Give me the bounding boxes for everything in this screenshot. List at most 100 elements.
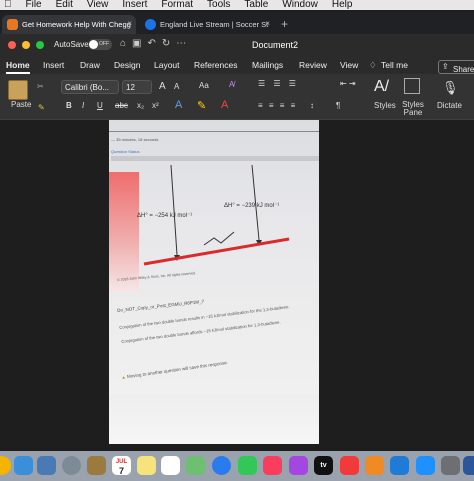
- tab-review[interactable]: Review: [299, 60, 327, 70]
- close-tab-icon[interactable]: ×: [127, 19, 132, 28]
- menu-edit[interactable]: Edit: [56, 0, 73, 10]
- photo-energy-diagram: [143, 164, 290, 266]
- photo-divider: [109, 131, 319, 132]
- menu-table[interactable]: Table: [244, 0, 268, 10]
- autosave-toggle[interactable]: OFF: [88, 39, 112, 50]
- menu-window[interactable]: Window: [282, 0, 318, 10]
- cut-icon[interactable]: ✂: [37, 82, 44, 91]
- highlight-icon[interactable]: ✎: [197, 99, 206, 112]
- notes-book-icon[interactable]: [87, 456, 106, 475]
- tab-chegg[interactable]: Get Homework Help With Chegg ×: [2, 15, 136, 34]
- new-tab-button[interactable]: +: [281, 17, 288, 31]
- more-icon[interactable]: ⋯: [176, 38, 192, 49]
- align-buttons[interactable]: ≡ ≡ ≡ ≡: [258, 101, 297, 110]
- warning-icon: ▲: [121, 374, 127, 380]
- appletv-icon[interactable]: tv: [314, 456, 333, 475]
- news-icon[interactable]: [340, 456, 359, 475]
- tab-soccer[interactable]: England Live Stream | Soccer St ×: [140, 15, 274, 34]
- launchpad-icon[interactable]: [62, 456, 81, 475]
- share-button[interactable]: ⇪ Share: [438, 60, 474, 74]
- books-icon[interactable]: [365, 456, 384, 475]
- menu-help[interactable]: Help: [332, 0, 353, 10]
- underline-button[interactable]: U: [97, 101, 103, 110]
- clipboard-icon[interactable]: [8, 80, 28, 100]
- share-icon: ⇪: [442, 62, 449, 71]
- menu-file[interactable]: File: [26, 0, 42, 10]
- word-icon[interactable]: [463, 456, 474, 475]
- reminders-icon[interactable]: [161, 456, 180, 475]
- photo-timer: — 35 minutes, 18 seconds: [111, 137, 159, 142]
- tab-draw[interactable]: Draw: [80, 60, 100, 70]
- apple-icon[interactable]: : [4, 0, 12, 10]
- styles-gallery-icon[interactable]: A/: [374, 78, 389, 96]
- menu-insert[interactable]: Insert: [122, 0, 147, 10]
- paste-label: Paste: [11, 100, 32, 109]
- word-title-bar: AutoSave OFF ⌂▣↶↻⋯ Document2: [0, 34, 474, 56]
- maps-icon[interactable]: [186, 456, 205, 475]
- lightbulb-icon: ♢: [369, 60, 377, 70]
- menu-view[interactable]: View: [87, 0, 109, 10]
- font-size-select[interactable]: 12: [122, 80, 152, 94]
- system-preferences-icon[interactable]: [441, 456, 460, 475]
- music-icon[interactable]: [263, 456, 282, 475]
- calendar-icon[interactable]: JUL 7: [112, 456, 131, 476]
- close-tab-icon[interactable]: ×: [265, 19, 270, 28]
- menu-bar:  File Edit View Insert Format Tools Tab…: [0, 0, 474, 10]
- microphone-icon[interactable]: 🎙: [442, 80, 459, 96]
- font-name-select[interactable]: Calibri (Bo...: [61, 80, 119, 94]
- photo-dnc-code: Do_NOT_Copy_or_Post_EGMU_R6P1M_7: [117, 298, 205, 313]
- tab-mailings[interactable]: Mailings: [252, 60, 283, 70]
- chrome-icon[interactable]: [0, 456, 11, 475]
- change-case-button[interactable]: Aa: [199, 81, 209, 90]
- save-icon[interactable]: ▣: [132, 38, 147, 49]
- italic-button[interactable]: I: [82, 101, 84, 110]
- superscript-button[interactable]: x²: [152, 101, 159, 110]
- shrink-font-button[interactable]: A: [174, 82, 179, 91]
- tab-home[interactable]: Home: [6, 60, 30, 74]
- tab-insert[interactable]: Insert: [43, 60, 64, 70]
- calendar-day: 7: [118, 466, 124, 476]
- appletv-label: tv: [320, 462, 327, 469]
- strikethrough-button[interactable]: abc: [115, 101, 128, 110]
- minimize-window-icon[interactable]: [22, 41, 30, 49]
- photo-question-status: Question Status: [111, 149, 140, 154]
- font-color-icon[interactable]: A: [221, 99, 228, 111]
- podcasts-icon[interactable]: [289, 456, 308, 475]
- bold-button[interactable]: B: [66, 101, 72, 110]
- document-title: Document2: [252, 40, 299, 50]
- tell-me-search[interactable]: Tell me: [381, 60, 408, 70]
- menu-tools[interactable]: Tools: [207, 0, 230, 10]
- preview-icon[interactable]: [37, 456, 56, 475]
- pilcrow-button[interactable]: ¶: [336, 101, 340, 110]
- format-painter-icon[interactable]: ✎: [38, 103, 45, 112]
- menu-format[interactable]: Format: [161, 0, 193, 10]
- facetime-icon[interactable]: [238, 456, 257, 475]
- finder-icon[interactable]: [14, 456, 33, 475]
- system-updates-icon[interactable]: [416, 456, 435, 475]
- tab-references[interactable]: References: [194, 60, 237, 70]
- list-buttons[interactable]: ☰ ☰ ☰: [258, 79, 299, 88]
- undo-icon[interactable]: ↶: [148, 38, 162, 49]
- tab-view[interactable]: View: [340, 60, 358, 70]
- close-window-icon[interactable]: [8, 41, 16, 49]
- text-effects-icon[interactable]: A: [175, 99, 182, 111]
- tab-design[interactable]: Design: [114, 60, 140, 70]
- autosave-label: AutoSave: [54, 40, 89, 49]
- clear-formatting-icon[interactable]: A̸: [229, 80, 234, 89]
- messages-icon[interactable]: [212, 456, 231, 475]
- redo-icon[interactable]: ↻: [162, 38, 176, 49]
- tab-title: England Live Stream | Soccer St: [160, 20, 269, 29]
- indent-buttons[interactable]: ⇤ ⇥: [340, 79, 356, 88]
- styles-pane-icon[interactable]: [404, 78, 420, 94]
- maximize-window-icon[interactable]: [36, 41, 44, 49]
- stickies-icon[interactable]: [137, 456, 156, 475]
- home-icon[interactable]: ⌂: [120, 38, 132, 49]
- pasted-photo[interactable]: — 35 minutes, 18 seconds Question Status…: [109, 120, 319, 444]
- subscript-button[interactable]: x₂: [137, 101, 144, 110]
- app-store-icon[interactable]: [390, 456, 409, 475]
- grow-font-button[interactable]: A: [159, 81, 166, 92]
- photo-bottom-surface: [109, 395, 319, 444]
- dictate-label: Dictate: [437, 101, 462, 110]
- sort-icon[interactable]: ↕: [310, 101, 314, 110]
- tab-layout[interactable]: Layout: [154, 60, 180, 70]
